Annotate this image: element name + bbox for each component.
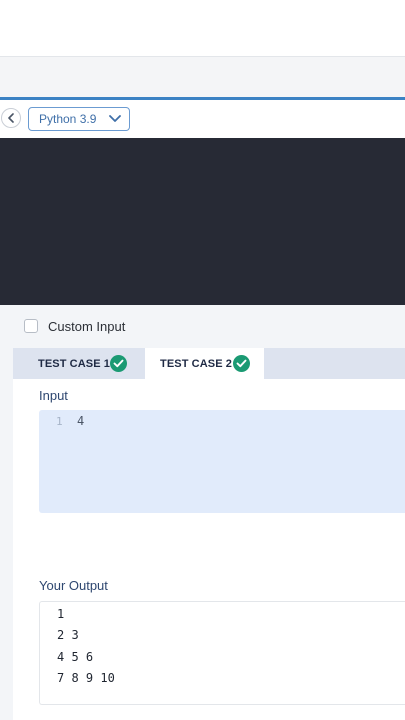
tab-label: TEST CASE 1	[38, 358, 111, 370]
check-circle-icon	[233, 355, 250, 372]
input-box	[39, 410, 405, 513]
subheader-bar	[0, 57, 405, 97]
top-header	[0, 0, 405, 56]
custom-input-label: Custom Input	[48, 319, 126, 334]
code-editor[interactable]	[0, 138, 405, 305]
output-line: 4 5 6	[57, 650, 94, 664]
tab-test-case-1[interactable]: TEST CASE 1	[13, 348, 144, 379]
language-select-value: Python 3.9	[39, 112, 97, 126]
tab-label: TEST CASE 2	[160, 358, 233, 370]
chevron-down-icon	[109, 115, 121, 122]
output-line: 1	[57, 607, 65, 621]
input-value: 4	[77, 414, 85, 428]
tab-test-case-2[interactable]: TEST CASE 2	[145, 348, 264, 379]
custom-input-checkbox[interactable]	[24, 319, 38, 333]
line-number: 1	[56, 415, 63, 428]
output-box	[39, 601, 405, 705]
output-line: 2 3	[57, 628, 79, 642]
check-circle-icon	[110, 355, 127, 372]
editor-toolbar: Python 3.9	[0, 100, 405, 138]
input-label: Input	[39, 388, 68, 403]
output-label: Your Output	[39, 578, 108, 593]
language-select[interactable]: Python 3.9	[28, 107, 130, 131]
output-line: 7 8 9 10	[57, 671, 115, 685]
back-button[interactable]	[1, 108, 21, 128]
chevron-left-icon	[8, 113, 14, 123]
test-case-tabs: TEST CASE 1 TEST CASE 2	[13, 348, 405, 379]
